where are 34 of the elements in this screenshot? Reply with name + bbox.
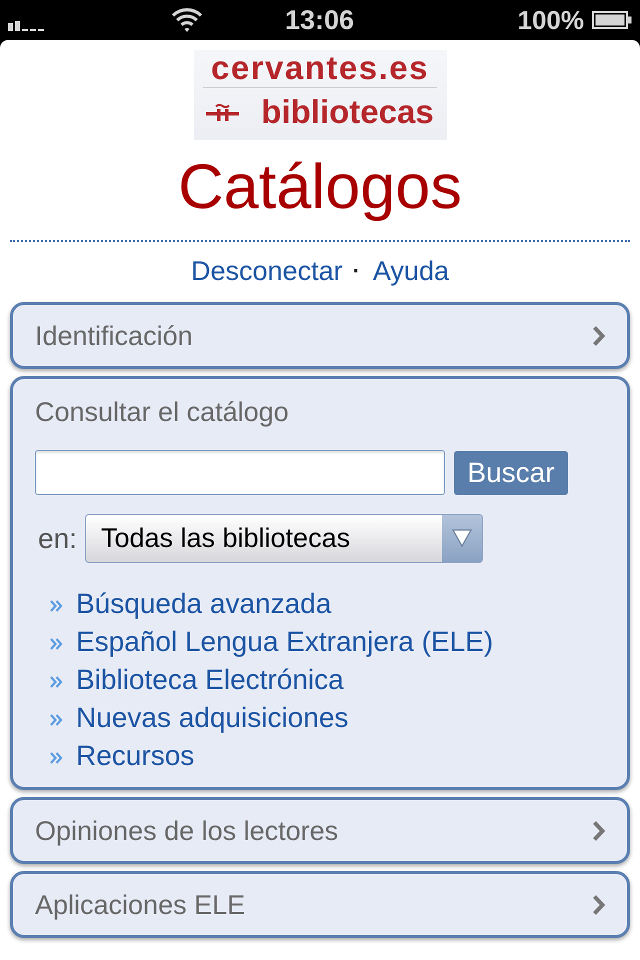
battery-icon bbox=[592, 11, 632, 29]
section-heading: Consultar el catálogo bbox=[35, 397, 289, 427]
signal-icon bbox=[8, 19, 46, 31]
catalog-link[interactable]: Nuevas adquisiciones bbox=[76, 702, 348, 734]
catalog-link[interactable]: Búsqueda avanzada bbox=[76, 588, 332, 620]
double-chevron-icon bbox=[50, 714, 63, 726]
section-heading[interactable]: Opiniones de los lectores bbox=[35, 816, 338, 846]
wifi-icon bbox=[172, 8, 202, 32]
double-chevron-icon bbox=[50, 752, 63, 764]
caret-icon bbox=[442, 515, 482, 562]
double-chevron-icon bbox=[50, 638, 63, 650]
library-select[interactable]: Todas las bibliotecas bbox=[84, 514, 483, 563]
nav-link[interactable]: Ayuda bbox=[372, 256, 449, 286]
nav-link[interactable]: Desconectar bbox=[191, 256, 343, 286]
separator-dot: · bbox=[352, 257, 360, 285]
double-chevron-icon bbox=[50, 676, 63, 688]
battery-percentage: 100% bbox=[518, 5, 584, 35]
clock-time: 13:06 bbox=[285, 5, 354, 35]
chevron-right-icon bbox=[592, 820, 606, 842]
search-field[interactable] bbox=[35, 450, 445, 495]
double-chevron-icon bbox=[50, 600, 63, 612]
logo-text: cervantes.es bbox=[211, 50, 429, 86]
logo-text: bibliotecas bbox=[261, 94, 434, 130]
chevron-right-icon bbox=[592, 894, 606, 916]
section-heading[interactable]: Identificación bbox=[35, 320, 193, 350]
page-title: Catálogos bbox=[177, 155, 463, 219]
logo-mark-icon bbox=[206, 103, 240, 121]
catalog-link[interactable]: Recursos bbox=[76, 740, 194, 772]
chevron-right-icon bbox=[592, 324, 606, 346]
catalog-link[interactable]: Biblioteca Electrónica bbox=[76, 664, 344, 696]
catalog-link[interactable]: Español Lengua Extranjera (ELE) bbox=[76, 626, 494, 658]
section-heading[interactable]: Aplicaciones ELE bbox=[35, 890, 246, 920]
search-button[interactable]: Buscar bbox=[454, 450, 568, 494]
scope-label: en: bbox=[38, 524, 77, 554]
